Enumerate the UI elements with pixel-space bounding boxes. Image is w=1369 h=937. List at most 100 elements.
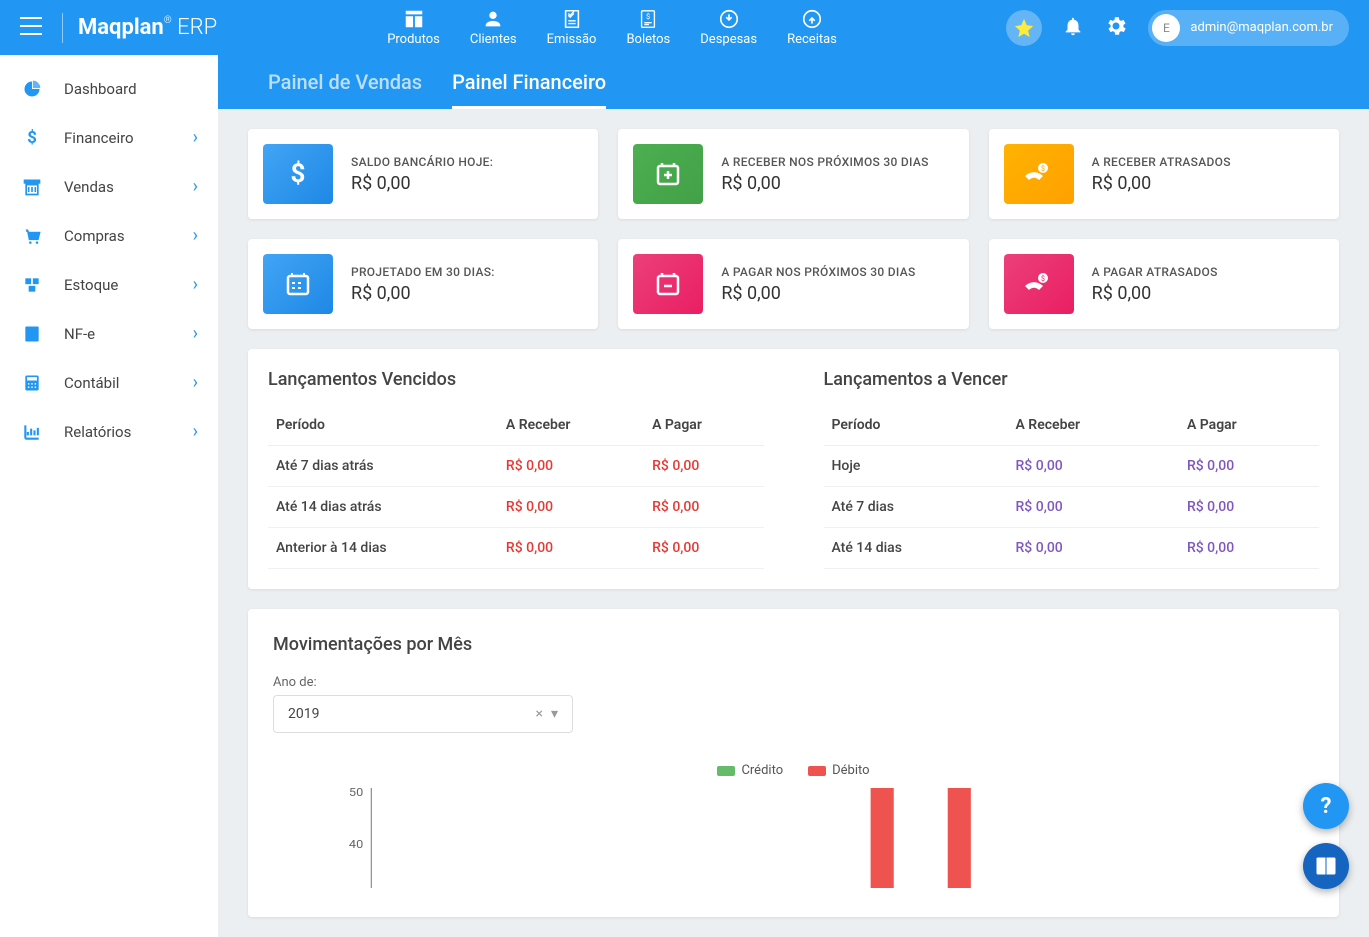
- sidebar-item-compras[interactable]: Compras›: [0, 211, 218, 260]
- card-icon: $: [1004, 254, 1074, 314]
- table-row: Até 14 dias atrásR$ 0,00R$ 0,00: [268, 487, 764, 528]
- sidebar-item-relatórios[interactable]: Relatórios›: [0, 407, 218, 456]
- topnav-boletos[interactable]: $ Boletos: [626, 8, 670, 47]
- help-button[interactable]: ?: [1303, 783, 1349, 829]
- table-vencidos: PeríodoA ReceberA Pagar Até 7 dias atrás…: [268, 405, 764, 569]
- menu-toggle-button[interactable]: [20, 17, 42, 39]
- settings-button[interactable]: [1104, 14, 1128, 42]
- stat-card: $A RECEBER ATRASADOSR$ 0,00: [989, 129, 1339, 219]
- nav-label: Emissão: [547, 32, 597, 47]
- notifications-button[interactable]: [1062, 15, 1084, 41]
- clear-icon[interactable]: ×: [535, 706, 542, 722]
- card-title: PROJETADO EM 30 DIAS:: [351, 265, 583, 279]
- avatar: E: [1152, 14, 1180, 42]
- chart-title: Movimentações por Mês: [273, 634, 1314, 655]
- user-menu[interactable]: E admin@maqplan.com.br: [1148, 10, 1349, 46]
- table-header: Período: [268, 405, 498, 446]
- chevron-right-icon: ›: [193, 225, 198, 246]
- cell-receber: R$ 0,00: [498, 528, 644, 569]
- sidebar-item-estoque[interactable]: Estoque ›: [0, 260, 218, 309]
- sidebar-item-dashboard[interactable]: Dashboard: [0, 65, 218, 113]
- nav-icon: [718, 8, 740, 30]
- chevron-right-icon: ›: [193, 421, 198, 442]
- sidebar-label: Contábil: [64, 374, 119, 392]
- svg-text:40: 40: [349, 838, 363, 851]
- cell-pagar: R$ 0,00: [1179, 528, 1319, 569]
- table-vencer: PeríodoA ReceberA Pagar HojeR$ 0,00R$ 0,…: [824, 405, 1320, 569]
- topnav-emissão[interactable]: Emissão: [547, 8, 597, 47]
- panel-title: Lançamentos a Vencer: [824, 369, 1320, 390]
- table-row: Até 14 diasR$ 0,00R$ 0,00: [824, 528, 1320, 569]
- table-row: Até 7 diasR$ 0,00R$ 0,00: [824, 487, 1320, 528]
- chevron-right-icon: ›: [193, 127, 198, 148]
- table-header: A Pagar: [644, 405, 763, 446]
- card-value: R$ 0,00: [351, 283, 583, 304]
- panel-vencidos: Lançamentos Vencidos PeríodoA ReceberA P…: [248, 349, 784, 589]
- card-value: R$ 0,00: [721, 283, 953, 304]
- nav-icon: $: [637, 8, 659, 30]
- nav-label: Receitas: [787, 32, 837, 47]
- sidebar-icon: [20, 79, 44, 99]
- topnav-clientes[interactable]: Clientes: [470, 8, 517, 47]
- chevron-right-icon: ›: [193, 323, 198, 344]
- chevron-down-icon[interactable]: ▾: [551, 706, 558, 722]
- sidebar-label: Financeiro: [64, 129, 134, 147]
- stat-card: $A PAGAR ATRASADOSR$ 0,00: [989, 239, 1339, 329]
- cell-pagar: R$ 0,00: [644, 487, 763, 528]
- sidebar-icon: [20, 324, 44, 344]
- svg-text:$: $: [291, 159, 306, 189]
- topnav-despesas[interactable]: Despesas: [700, 8, 757, 47]
- tab-painel-financeiro[interactable]: Painel Financeiro: [452, 70, 606, 109]
- sidebar-label: Vendas: [64, 178, 114, 196]
- chevron-right-icon: ›: [193, 176, 198, 197]
- sidebar-icon: [20, 373, 44, 393]
- user-email: admin@maqplan.com.br: [1190, 20, 1333, 35]
- cell-pagar: R$ 0,00: [644, 528, 763, 569]
- sidebar-icon: [20, 226, 44, 246]
- legend-debito[interactable]: Débito: [808, 763, 869, 778]
- bar-debito: [948, 788, 971, 888]
- docs-button[interactable]: [1303, 843, 1349, 889]
- table-row: Até 7 dias atrásR$ 0,00R$ 0,00: [268, 446, 764, 487]
- chevron-right-icon: ›: [193, 274, 198, 295]
- svg-text:$: $: [646, 12, 650, 21]
- nav-icon: [482, 8, 504, 30]
- sidebar-icon: [20, 422, 44, 442]
- stat-card: PROJETADO EM 30 DIAS: R$ 0,00: [248, 239, 598, 329]
- card-title: SALDO BANCÁRIO HOJE:: [351, 155, 583, 169]
- topnav-produtos[interactable]: Produtos: [387, 8, 440, 47]
- table-header: Período: [824, 405, 1008, 446]
- brand-light: ERP: [177, 15, 217, 40]
- favorites-button[interactable]: [1006, 10, 1042, 46]
- year-value: 2019: [288, 706, 319, 722]
- table-row: HojeR$ 0,00R$ 0,00: [824, 446, 1320, 487]
- card-title: A RECEBER ATRASADOS: [1092, 155, 1324, 169]
- card-value: R$ 0,00: [721, 173, 953, 194]
- sidebar-label: NF-e: [64, 325, 95, 343]
- sidebar-item-nf-e[interactable]: NF-e ›: [0, 309, 218, 358]
- cell-period: Até 7 dias: [824, 487, 1008, 528]
- cell-pagar: R$ 0,00: [644, 446, 763, 487]
- legend-label: Crédito: [741, 763, 783, 778]
- legend-credito[interactable]: Crédito: [717, 763, 783, 778]
- topnav-receitas[interactable]: Receitas: [787, 8, 837, 47]
- nav-label: Boletos: [626, 32, 670, 47]
- sidebar-label: Estoque: [64, 276, 118, 294]
- sidebar-item-financeiro[interactable]: $Financeiro›: [0, 113, 218, 162]
- card-title: A RECEBER NOS PRÓXIMOS 30 DIAS: [721, 155, 953, 169]
- nav-icon: [403, 8, 425, 30]
- chart-canvas: 5040: [273, 788, 1314, 888]
- card-value: R$ 0,00: [351, 173, 583, 194]
- year-select[interactable]: 2019 × ▾: [273, 695, 573, 733]
- table-header: A Pagar: [1179, 405, 1319, 446]
- nav-label: Produtos: [387, 32, 440, 47]
- brand-bold: Maqplan: [78, 15, 164, 40]
- card-icon: $: [263, 144, 333, 204]
- svg-text:$: $: [1041, 275, 1045, 283]
- bar-debito: [871, 788, 894, 888]
- panel-title: Lançamentos Vencidos: [268, 369, 764, 390]
- sidebar-item-vendas[interactable]: Vendas ›: [0, 162, 218, 211]
- panel-vencer: Lançamentos a Vencer PeríodoA ReceberA P…: [804, 349, 1340, 589]
- sidebar-item-contábil[interactable]: Contábil›: [0, 358, 218, 407]
- tab-painel-de-vendas[interactable]: Painel de Vendas: [268, 70, 422, 109]
